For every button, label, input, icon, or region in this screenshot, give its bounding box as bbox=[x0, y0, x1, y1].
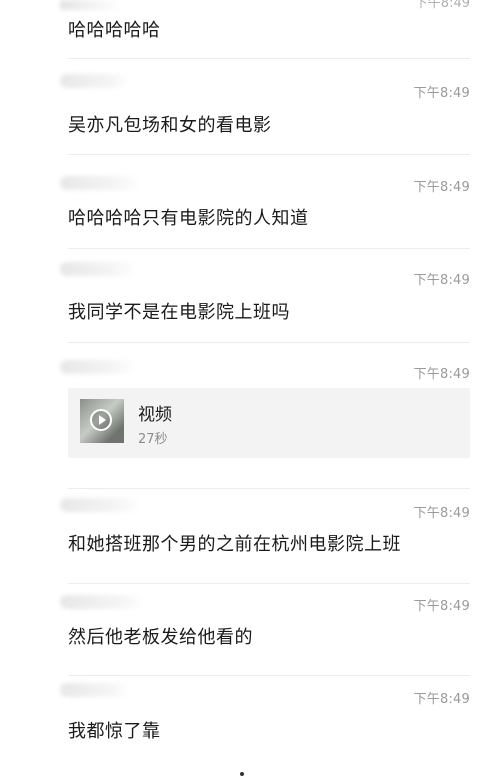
message-text: 然后他老板发给他看的 bbox=[68, 627, 253, 648]
list-item[interactable]: 下午8:49 然后他老板发给他看的 bbox=[0, 583, 484, 675]
sender-name-blurred bbox=[60, 0, 120, 10]
scroll-indicator-dot bbox=[240, 772, 244, 776]
message-text: 哈哈哈哈只有电影院的人知道 bbox=[68, 208, 309, 229]
video-thumbnail[interactable] bbox=[80, 399, 124, 443]
divider bbox=[68, 342, 470, 343]
list-item[interactable]: 下午8:49 我都惊了靠 bbox=[0, 675, 484, 779]
sender-name-blurred bbox=[60, 176, 140, 190]
chat-message-list[interactable]: 下午8:49 哈哈哈哈哈 下午8:49 吴亦凡包场和女的看电影 下午8:49 哈… bbox=[0, 0, 484, 779]
message-time: 下午8:49 bbox=[413, 692, 470, 707]
video-message-card[interactable]: 视频 27秒 bbox=[68, 388, 470, 458]
sender-name-blurred bbox=[60, 683, 130, 697]
video-label: 视频 bbox=[138, 405, 172, 425]
divider bbox=[68, 154, 470, 155]
message-time: 下午8:49 bbox=[413, 86, 470, 101]
divider bbox=[68, 248, 470, 249]
list-item[interactable]: 下午8:49 哈哈哈哈哈 bbox=[0, 0, 484, 58]
sender-name-blurred bbox=[60, 262, 135, 276]
divider bbox=[68, 583, 470, 584]
sender-name-blurred bbox=[60, 360, 135, 374]
sender-name-blurred bbox=[60, 498, 140, 512]
message-text: 我都惊了靠 bbox=[68, 721, 161, 742]
message-time: 下午8:49 bbox=[413, 506, 470, 521]
list-item[interactable]: 下午8:49 我同学不是在电影院上班吗 bbox=[0, 248, 484, 342]
divider bbox=[68, 58, 470, 59]
sender-name-blurred bbox=[60, 74, 130, 88]
list-item[interactable]: 下午8:49 和她搭班那个男的之前在杭州电影院上班 bbox=[0, 488, 484, 583]
message-text: 和她搭班那个男的之前在杭州电影院上班 bbox=[68, 534, 401, 555]
message-text: 我同学不是在电影院上班吗 bbox=[68, 302, 290, 323]
list-item[interactable]: 下午8:49 吴亦凡包场和女的看电影 bbox=[0, 58, 484, 154]
play-icon[interactable] bbox=[90, 409, 112, 431]
sender-name-blurred bbox=[60, 595, 145, 609]
video-duration: 27秒 bbox=[138, 432, 168, 447]
message-time: 下午8:49 bbox=[413, 180, 470, 195]
divider bbox=[68, 675, 470, 676]
message-time: 下午8:49 bbox=[413, 599, 470, 614]
message-text: 吴亦凡包场和女的看电影 bbox=[68, 115, 272, 136]
divider bbox=[68, 488, 470, 489]
list-item[interactable]: 下午8:49 视频 27秒 bbox=[0, 342, 484, 488]
message-time: 下午8:49 bbox=[413, 367, 470, 382]
message-text: 哈哈哈哈哈 bbox=[68, 20, 161, 41]
message-time: 下午8:49 bbox=[413, 273, 470, 288]
message-time: 下午8:49 bbox=[414, 0, 470, 11]
list-item[interactable]: 下午8:49 哈哈哈哈只有电影院的人知道 bbox=[0, 154, 484, 248]
